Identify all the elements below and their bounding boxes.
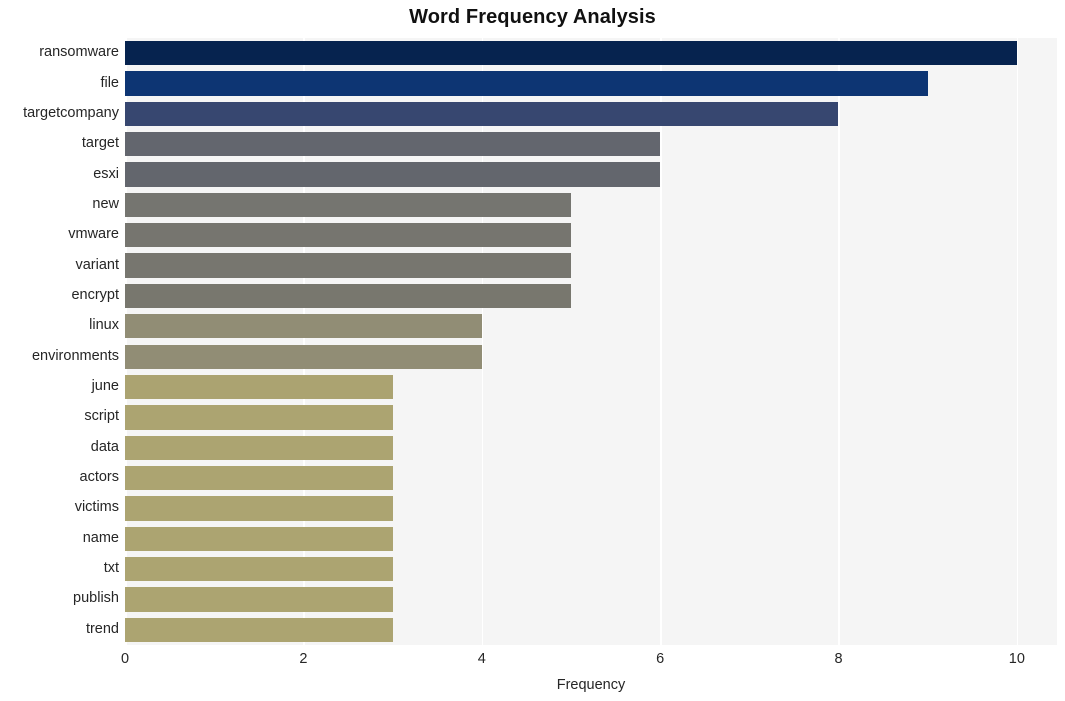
bar-name[interactable] [125,526,393,551]
y-tick-label-ransomware: ransomware [39,44,119,61]
y-tick-label-environments: environments [31,347,119,364]
word-frequency-bar-chart: Word Frequency Analysis ransomware file ta… [0,0,1065,701]
bar-row [125,405,1057,430]
y-tick-label-june: june [91,378,119,395]
y-tick-label-data: data [90,438,119,455]
bar-row [125,556,1057,582]
y-tick-label-linux: linux [89,317,119,334]
bar-vmware[interactable] [125,223,571,248]
bar-environments[interactable] [125,344,482,369]
y-tick-label-txt: txt [103,560,119,577]
y-tick-label-trend: trend [85,620,119,637]
y-tick-label-esxi: esxi [93,165,119,182]
y-tick-label-new: new [92,195,119,212]
x-axis: Frequency 0 2 4 6 8 10 [0,645,1065,701]
bar-row [125,283,1057,309]
x-tick-label-6: 6 [656,651,665,667]
bar-file[interactable] [125,71,928,96]
bar-targetcompany[interactable] [125,101,839,126]
bar-txt[interactable] [125,556,393,582]
x-tick-label-0: 0 [120,651,130,667]
bar-row [125,435,1057,460]
x-tick-label-2: 2 [299,651,308,667]
bar-esxi[interactable] [125,162,661,187]
y-tick-label-script: script [84,408,119,425]
x-tick-label-4: 4 [477,651,486,667]
bar-variant[interactable] [125,253,571,278]
bar-row [125,71,1057,96]
bar-row [125,587,1057,612]
chart-title: Word Frequency Analysis [409,6,656,28]
y-tick-label-file: file [100,74,119,91]
y-tick-label-name: name [82,529,119,546]
bar-row [125,314,1057,339]
bar-row [125,101,1057,126]
bar-row [125,132,1057,157]
y-tick-label-targetcompany: targetcompany [23,104,119,121]
y-tick-label-encrypt: encrypt [71,286,119,303]
bar-trend[interactable] [125,617,393,642]
bar-row [125,526,1057,551]
bar-target[interactable] [125,132,661,157]
y-tick-label-variant: variant [75,256,119,273]
bar-linux[interactable] [125,314,482,339]
x-axis-title: Frequency [556,677,626,693]
bar-row [125,223,1057,248]
bar-data[interactable] [125,435,393,460]
bars-container [125,38,1057,645]
y-tick-label-actors: actors [79,469,120,486]
y-tick-label-vmware: vmware [68,226,119,243]
y-tick-label-target: target [81,135,119,152]
bar-victims[interactable] [125,496,393,521]
bar-june[interactable] [125,374,393,400]
bar-encrypt[interactable] [125,283,571,309]
y-axis-tick-labels: ransomware file targetcompany target esxi new… [0,38,119,645]
bar-row [125,162,1057,187]
plot-area [125,38,1057,645]
bar-row [125,496,1057,521]
bar-row [125,374,1057,400]
x-tick-label-10: 10 [1008,651,1025,667]
bar-script[interactable] [125,405,393,430]
bar-new[interactable] [125,192,571,218]
x-tick-label-8: 8 [834,651,843,667]
bar-row [125,344,1057,369]
bar-row [125,192,1057,218]
bar-row [125,617,1057,642]
bar-actors[interactable] [125,465,393,491]
bar-publish[interactable] [125,587,393,612]
y-tick-label-victims: victims [74,499,119,516]
bar-row [125,253,1057,278]
bar-row [125,41,1057,66]
bar-ransomware[interactable] [125,41,1017,66]
bar-row [125,465,1057,491]
y-tick-label-publish: publish [73,590,119,607]
